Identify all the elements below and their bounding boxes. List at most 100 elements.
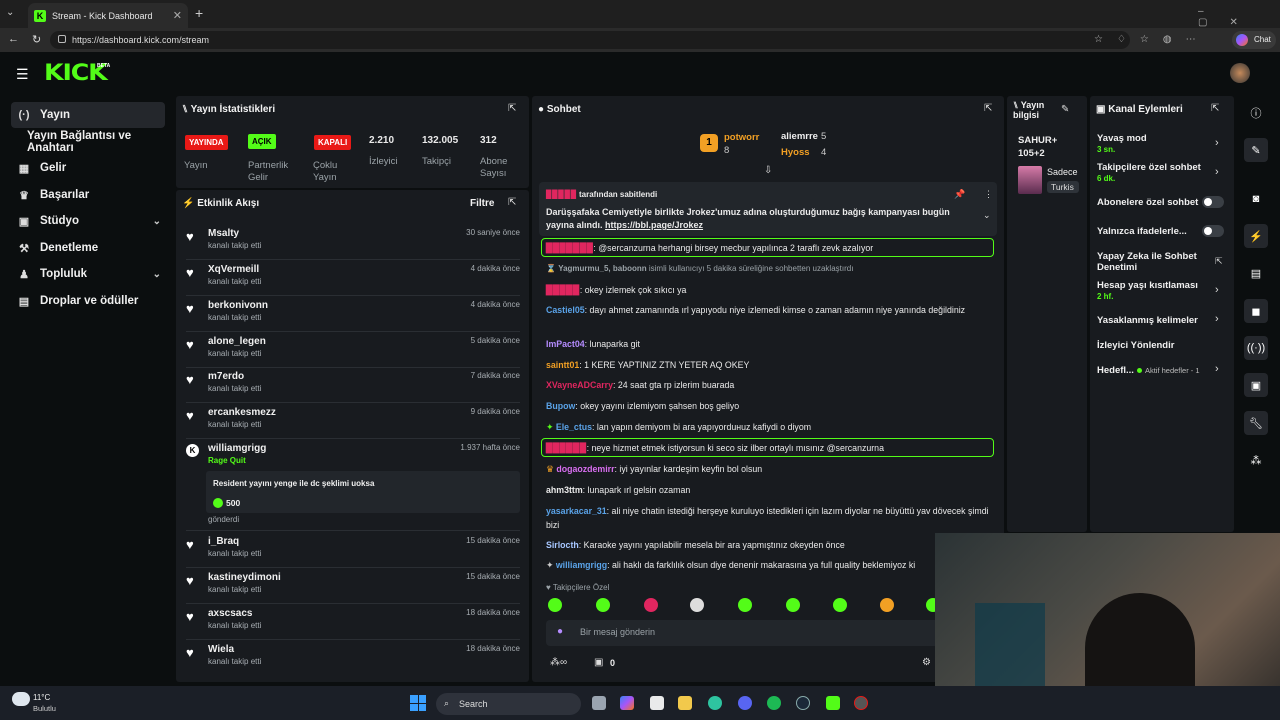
filter-button[interactable]: Filtre — [470, 198, 494, 209]
emote[interactable] — [833, 598, 847, 612]
chevron-down-icon: ⌄ — [152, 215, 161, 227]
sidebar-item-yayin[interactable]: (·) Yayın — [11, 102, 165, 128]
edge-icon[interactable] — [708, 696, 722, 710]
gift-icon[interactable]: ▣ — [594, 657, 603, 668]
expand-leaderboard-icon[interactable]: ⇩ — [764, 165, 772, 176]
emote[interactable] — [738, 598, 752, 612]
task-view-icon[interactable] — [592, 696, 606, 710]
menu-icon[interactable]: ☰ — [16, 66, 29, 83]
url-field[interactable]: https://dashboard.kick.com/stream — [50, 31, 1130, 49]
folder-icon[interactable] — [678, 696, 692, 710]
activity-row: ♥ Msalty kanalı takip etti 30 saniye önce — [186, 226, 520, 260]
discord-icon[interactable] — [738, 696, 752, 710]
category-name[interactable]: Sadece — [1047, 167, 1079, 177]
kicks-coin-icon — [213, 498, 223, 508]
raid-item[interactable]: İzleyici Yönlendir — [1097, 340, 1227, 351]
cash-icon[interactable]: ▣ — [1244, 373, 1268, 397]
chevron-right-icon[interactable]: › — [1215, 137, 1219, 149]
copilot-icon[interactable] — [620, 696, 634, 710]
leader2-count: 5 — [821, 131, 827, 142]
chevron-down-icon[interactable]: ⌄ — [983, 210, 991, 221]
banned-words-item[interactable]: Yasaklanmış kelimeler — [1097, 315, 1227, 326]
camera-icon[interactable]: ◙ — [1244, 187, 1268, 211]
search-input[interactable] — [436, 693, 581, 715]
pin-icon[interactable]: 📌 — [954, 189, 965, 200]
kick-app-icon[interactable] — [826, 696, 840, 710]
kick-favicon-icon: K — [34, 9, 46, 22]
back-icon[interactable]: ← — [8, 33, 19, 45]
goals-item[interactable]: Hedefl... Aktif hedefler - 1 — [1097, 365, 1227, 376]
weather-temp[interactable]: 11°C — [33, 693, 50, 702]
close-tab-icon[interactable]: ✕ — [173, 9, 182, 22]
language-tag[interactable]: Turkis — [1047, 181, 1079, 193]
popout-icon[interactable]: ⇱ — [1211, 103, 1219, 114]
obs-icon[interactable] — [854, 696, 868, 710]
leader-name[interactable]: potworr — [724, 132, 759, 143]
followers-only-item[interactable]: Takipçilere özel sohbet 6 dk. — [1097, 162, 1227, 184]
account-age-item[interactable]: Hesap yaşı kısıtlaması 2 hf. — [1097, 280, 1227, 302]
sidebar-item-gelir[interactable]: ▦ Gelir — [11, 155, 165, 181]
wrench-icon[interactable]: 🔧︎ — [1244, 411, 1268, 435]
tab-list-icon[interactable]: ⌄ — [6, 7, 14, 18]
chevron-right-icon[interactable]: › — [1215, 363, 1219, 375]
site-info-icon[interactable] — [58, 35, 66, 43]
emotes-only-toggle[interactable] — [1202, 225, 1224, 237]
stat-label: Partnerlik Gelir — [248, 160, 289, 183]
partner-badge: AÇIK — [248, 134, 276, 149]
slow-mode-item[interactable]: Yavaş mod 3 sn. — [1097, 133, 1227, 155]
emote[interactable] — [786, 598, 800, 612]
emote[interactable] — [644, 598, 658, 612]
category-thumbnail[interactable] — [1018, 166, 1042, 194]
microphone-icon[interactable]: ● — [557, 626, 563, 637]
spotify-icon[interactable] — [767, 696, 781, 710]
emote[interactable] — [548, 598, 562, 612]
sidebar-item-stream-key[interactable]: Yayın Bağlantısı ve Anahtarı — [11, 129, 165, 155]
edit-icon[interactable]: ✎ — [1244, 138, 1268, 162]
leader3-name[interactable]: Hyoss — [781, 147, 810, 158]
emote[interactable] — [690, 598, 704, 612]
popout-icon[interactable]: ⇱ — [508, 197, 516, 208]
ai-moderation-item[interactable]: Yapay Zeka ile Sohbet Denetimi — [1097, 251, 1227, 273]
chat-message: ✦ Ele_ctus: lan yapın demiyom bi ara yap… — [546, 422, 812, 432]
chat-bubble-icon[interactable]: ◼ — [1244, 299, 1268, 323]
emote[interactable] — [880, 598, 894, 612]
browser-tab[interactable]: K Stream - Kick Dashboard ✕ — [28, 3, 188, 28]
pinned-link[interactable]: https://bbl.page/Jrokez — [605, 220, 703, 230]
window-controls[interactable]: –▢✕ — [1198, 6, 1280, 28]
refresh-icon[interactable]: ↻ — [32, 33, 41, 46]
more-options-icon[interactable]: ⋮ — [984, 189, 993, 200]
search-icon: ⌕ — [444, 698, 450, 708]
external-link-icon[interactable]: ⇱ — [1215, 256, 1223, 267]
heart-icon: ♥ — [186, 229, 194, 244]
community-icon[interactable]: ⁂ — [1244, 448, 1268, 472]
leader2-name[interactable]: aliemrre — [781, 131, 818, 142]
popout-icon[interactable]: ⇱ — [984, 103, 992, 114]
sidebar-item-denetleme[interactable]: ⚒ Denetleme — [11, 235, 165, 261]
sidebar-item-droplar[interactable]: ▤ Droplar ve ödüller — [11, 288, 165, 314]
subscribers-only-toggle[interactable] — [1202, 196, 1224, 208]
document-icon[interactable]: ▤ — [1244, 261, 1268, 285]
emote[interactable] — [596, 598, 610, 612]
chat-message: Castiel05: dayı ahmet zamanında ırl yapı… — [546, 305, 966, 315]
sidebar-item-topluluk[interactable]: ♟ Topluluk ⌄ — [11, 261, 165, 287]
info-icon[interactable]: ⓘ — [1244, 101, 1268, 125]
browser-actions[interactable]: ☆♢☆◍⋯ — [1094, 34, 1210, 45]
broadcast-icon[interactable]: ((·)) — [1244, 336, 1268, 360]
popout-icon[interactable]: ⇱ — [508, 103, 516, 114]
chevron-right-icon[interactable]: › — [1215, 313, 1219, 325]
chevron-right-icon[interactable]: › — [1215, 166, 1219, 178]
heart-icon: ♥ — [186, 372, 194, 387]
badge-icon: ♛ — [546, 464, 557, 474]
new-tab-icon[interactable]: + — [195, 5, 203, 21]
chevron-right-icon[interactable]: › — [1215, 284, 1219, 296]
store-icon[interactable] — [650, 696, 664, 710]
edit-icon[interactable]: ✎ — [1061, 104, 1069, 115]
sidebar-item-basarilar[interactable]: ♛ Başarılar — [11, 182, 165, 208]
start-icon[interactable] — [410, 695, 426, 711]
community-points-icon[interactable]: ⁂∞ — [550, 657, 567, 668]
bolt-icon[interactable]: ⚡ — [1244, 224, 1268, 248]
avatar[interactable] — [1230, 63, 1250, 83]
settings-icon[interactable]: ⚙ — [922, 657, 931, 668]
sidebar-item-studyo[interactable]: ▣ Stüdyo ⌄ — [11, 208, 165, 234]
steam-icon[interactable] — [796, 696, 810, 710]
